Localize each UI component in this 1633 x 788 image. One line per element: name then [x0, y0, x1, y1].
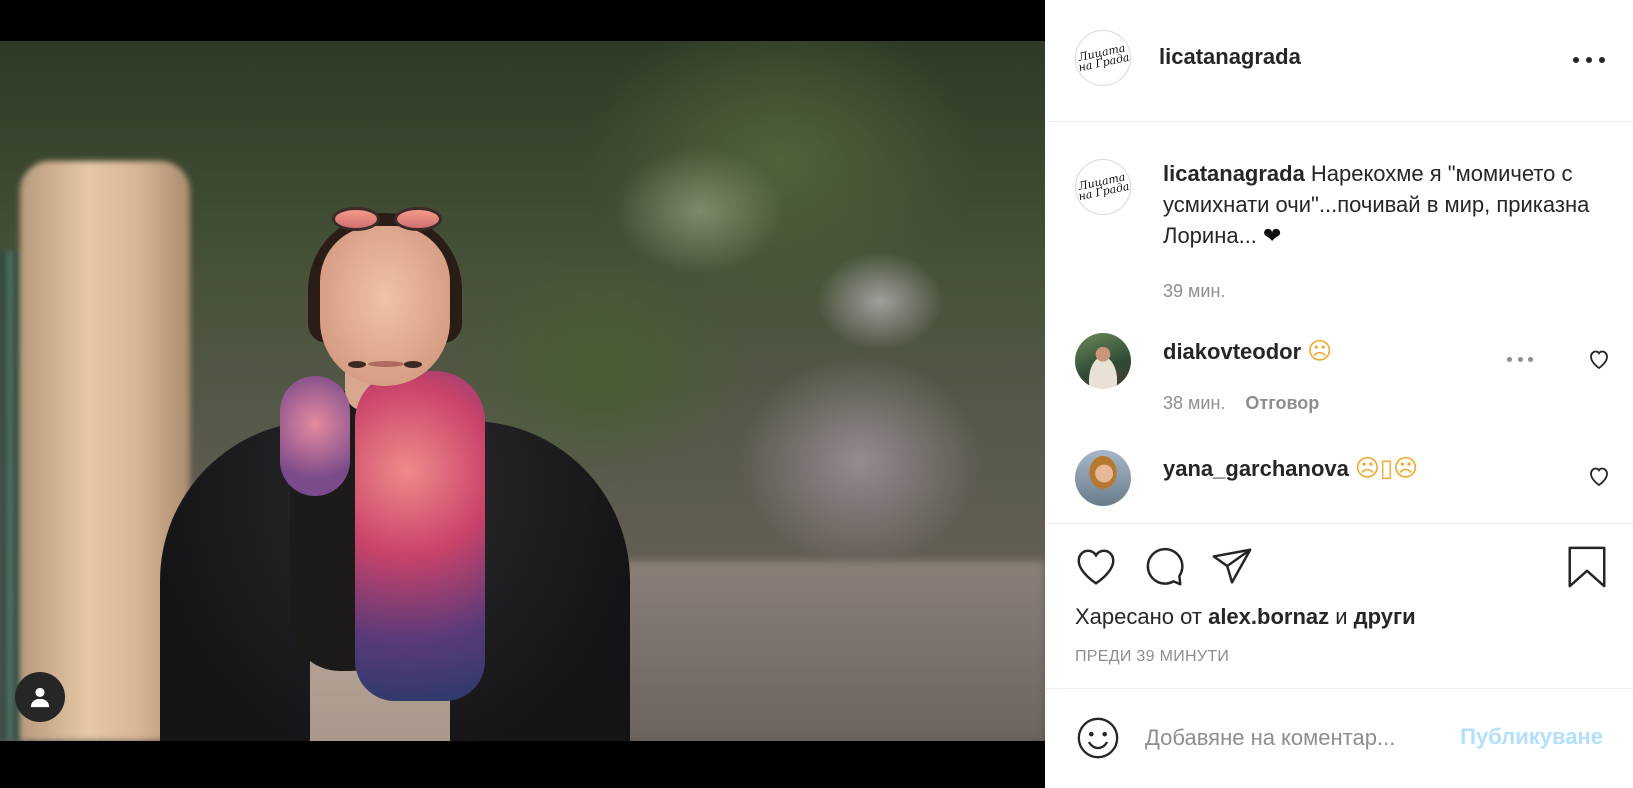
comment-item: yana_garchanova ☹▯☹	[1045, 450, 1633, 523]
comment-meta: 38 мин. Отговор	[1163, 393, 1319, 414]
photo-galaxy-scarf	[355, 371, 485, 701]
comment-body: diakovteodor ☹	[1163, 337, 1332, 365]
comment-reply-button[interactable]: Отговор	[1245, 393, 1319, 413]
liked-by-and: и	[1335, 604, 1348, 629]
heart-icon[interactable]	[1073, 544, 1119, 590]
comment-username[interactable]: yana_garchanova	[1163, 456, 1349, 481]
comment-timestamp[interactable]: 38 мин.	[1163, 393, 1225, 413]
photo-eye-right	[404, 361, 422, 368]
bookmark-icon[interactable]	[1564, 544, 1610, 590]
user-icon	[30, 687, 50, 708]
post-photo[interactable]	[0, 41, 1045, 741]
comment-text: ☹	[1307, 337, 1333, 365]
post-header: Лицата на Града licatanagrada	[1045, 0, 1633, 122]
author-avatar[interactable]: Лицата на Града	[1075, 30, 1131, 86]
liked-by-others[interactable]: други	[1354, 604, 1416, 629]
liked-by-prefix: Харесано от	[1075, 604, 1202, 629]
post-caption: licatanagrada Нарекохме я "момичето с усм…	[1163, 158, 1603, 252]
liked-by-text: Харесано от alex.bornaz и други	[1075, 604, 1416, 630]
liked-by-user[interactable]: alex.bornaz	[1208, 604, 1329, 629]
post-side-panel: Лицата на Града licatanagrada Лицата на …	[1045, 0, 1633, 788]
commenter-avatar[interactable]	[1075, 450, 1131, 506]
author-username[interactable]: licatanagrada	[1159, 44, 1301, 70]
photo-sunglasses	[332, 207, 442, 233]
author-logo-text: Лицата на Града	[1077, 41, 1131, 75]
post-options-button[interactable]	[1573, 48, 1605, 72]
post-timestamp[interactable]: ПРЕДИ 39 МИНУТИ	[1075, 648, 1229, 666]
comment-body: yana_garchanova ☹▯☹	[1163, 454, 1418, 482]
post-actions: Харесано от alex.bornaz и други ПРЕДИ 39…	[1045, 523, 1633, 688]
photo-subject	[150, 161, 650, 741]
caption-author-avatar[interactable]: Лицата на Града	[1075, 159, 1131, 215]
caption-logo-text: Лицата на Града	[1077, 170, 1131, 204]
comment-options-button[interactable]	[1507, 355, 1533, 363]
comment-icon[interactable]	[1141, 544, 1187, 590]
emoji-icon[interactable]	[1075, 715, 1121, 761]
photo-eye-left	[348, 361, 366, 368]
share-icon[interactable]	[1209, 544, 1255, 590]
more-icon	[1507, 356, 1512, 362]
comments-list[interactable]: Лицата на Града licatanagrada Нарекохме я…	[1045, 123, 1633, 523]
add-comment-section: Публикуване	[1045, 688, 1633, 788]
caption-username[interactable]: licatanagrada	[1163, 161, 1305, 186]
photo-galaxy-scarf-left	[280, 376, 350, 496]
comment-like-icon[interactable]	[1587, 347, 1611, 371]
caption-timestamp[interactable]: 39 мин.	[1163, 281, 1225, 302]
tagged-users-button[interactable]	[15, 672, 65, 722]
comment-like-icon[interactable]	[1587, 464, 1611, 488]
comment-input[interactable]	[1145, 713, 1485, 763]
photo-background-street	[620, 561, 1045, 741]
publish-button[interactable]: Публикуване	[1460, 724, 1603, 750]
photo-mouth	[368, 361, 404, 367]
comment-username[interactable]: diakovteodor	[1163, 339, 1301, 364]
caption-heart-emoji: ❤	[1263, 224, 1282, 249]
comment-text: ☹▯☹	[1354, 454, 1419, 482]
post-media-area	[0, 0, 1045, 788]
more-icon	[1573, 57, 1579, 63]
commenter-avatar[interactable]	[1075, 333, 1131, 389]
comment-item: diakovteodor ☹ 38 мин. Отговор	[1045, 333, 1633, 443]
